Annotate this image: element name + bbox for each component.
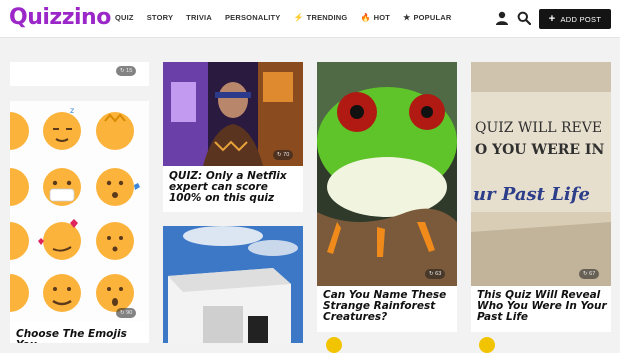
bolt-icon: ⚡ [293, 13, 304, 22]
add-post-button[interactable]: + ADD POST [539, 9, 611, 29]
nav-label: POPULAR [413, 13, 452, 22]
post-card-building[interactable] [163, 226, 303, 343]
svg-text:z: z [70, 106, 74, 115]
frog-image [317, 62, 457, 286]
site-header: Quizzino QUIZ STORY TRIVIA PERSONALITY ⚡… [0, 0, 620, 38]
share-count-badge: ↻ 63 [425, 269, 446, 279]
share-count-badge: ↻ 67 [579, 269, 600, 279]
nav-label: HOT [373, 13, 391, 22]
nav-trivia[interactable]: TRIVIA [186, 13, 212, 22]
add-post-label: ADD POST [560, 14, 602, 24]
reaction-dot [326, 337, 342, 353]
post-card-partial[interactable]: ↻ 15 [10, 62, 149, 86]
post-card-emoji[interactable]: z ↻ 90 Choose The Emojis You [10, 101, 149, 343]
emoji-grid: z [10, 106, 140, 312]
plus-icon: + [548, 13, 556, 25]
main-nav: QUIZ STORY TRIVIA PERSONALITY ⚡ TRENDING … [115, 13, 465, 22]
nav-label: QUIZ [115, 13, 134, 22]
building-image [163, 226, 303, 343]
search-icon[interactable] [517, 11, 531, 25]
reaction-dot [479, 337, 495, 353]
nav-label: STORY [146, 13, 174, 22]
nav-hot[interactable]: 🔥 HOT [360, 13, 390, 22]
flame-icon: 🔥 [360, 13, 371, 22]
site-logo[interactable]: Quizzino [9, 5, 111, 30]
star-icon: ★ [403, 13, 411, 22]
nav-trending[interactable]: ⚡ TRENDING [294, 13, 348, 22]
image-text-line-2: O YOU WERE IN [475, 142, 605, 158]
nav-popular[interactable]: ★ POPULAR [403, 13, 451, 22]
image-text-line-1: QUIZ WILL REVE [475, 120, 603, 136]
paper-texture [471, 62, 611, 286]
nav-story[interactable]: STORY [147, 13, 173, 22]
post-title[interactable]: Can You Name These Strange Rainforest Cr… [323, 290, 457, 323]
share-count-badge: ↻ 70 [273, 150, 294, 160]
nav-label: PERSONALITY [224, 13, 281, 22]
user-icon[interactable] [495, 11, 509, 25]
nav-personality[interactable]: PERSONALITY [225, 13, 281, 22]
pastlife-image: QUIZ WILL REVE O YOU WERE IN ur Past Lif… [471, 62, 611, 286]
post-title[interactable]: Choose The Emojis You [16, 329, 149, 344]
post-title[interactable]: QUIZ: Only a Netflix expert can score 10… [169, 171, 303, 204]
nav-label: TRENDING [306, 13, 348, 22]
post-title[interactable]: This Quiz Will Reveal Who You Were In Yo… [477, 290, 611, 323]
share-count-badge: ↻ 15 [116, 66, 137, 76]
share-count-badge: ↻ 90 [116, 308, 137, 318]
nav-label: TRIVIA [186, 13, 212, 22]
post-card-frog[interactable]: ↻ 63 Can You Name These Strange Rainfore… [317, 62, 457, 332]
post-card-pastlife[interactable]: QUIZ WILL REVE O YOU WERE IN ur Past Lif… [471, 62, 611, 332]
emoji-grid-image: z [10, 101, 149, 321]
post-card-netflix[interactable]: ↻ 70 QUIZ: Only a Netflix expert can sco… [163, 62, 303, 212]
image-text-line-3: ur Past Life [473, 184, 590, 205]
nav-quiz[interactable]: QUIZ [115, 13, 134, 22]
